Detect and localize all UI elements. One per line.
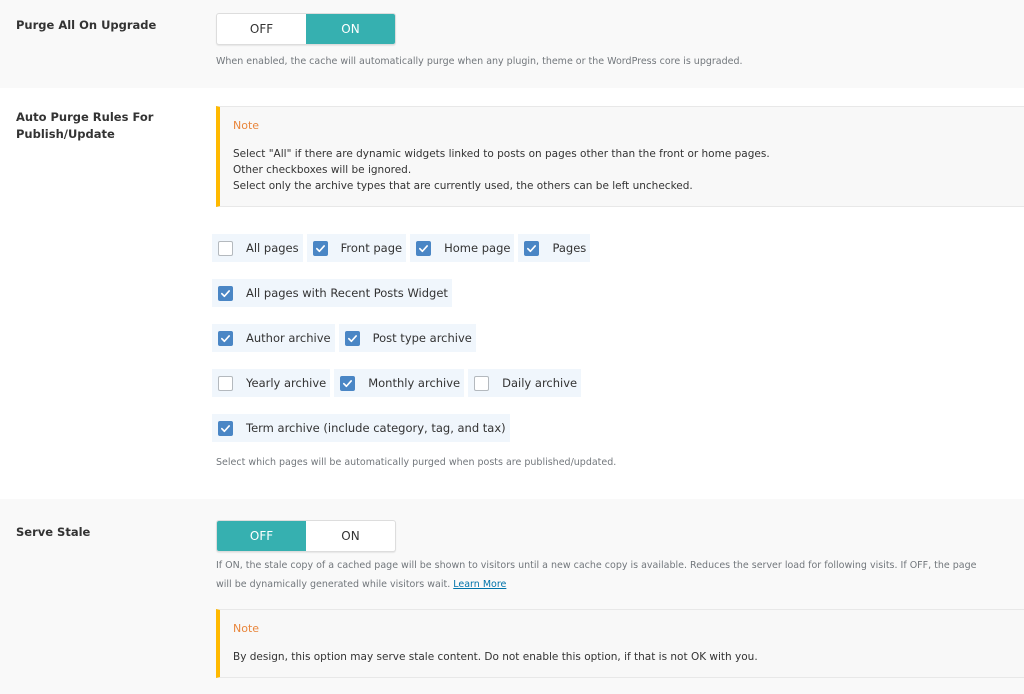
checkbox-row: Yearly archive Monthly archive Daily archi… [212, 369, 1024, 397]
checkmark-icon [343, 379, 353, 387]
purge-all-on-upgrade-label: Purge All On Upgrade [16, 18, 157, 32]
purge-rule-checkbox[interactable]: Term archive (include category, tag, and… [212, 414, 510, 442]
checkbox-checked-icon[interactable] [218, 420, 233, 436]
purge-rule-checkbox[interactable]: Yearly archive [212, 369, 331, 397]
note-title: Note [233, 119, 260, 132]
checkbox-label: Post type archive [372, 331, 472, 345]
checkbox-label: Front page [340, 241, 403, 255]
purge-rule-checkbox[interactable]: Front page [306, 234, 407, 262]
checkbox-checked-icon[interactable] [344, 330, 360, 346]
serve-stale-row: Serve Stale OFF ON If ON, the stale copy… [0, 499, 1024, 694]
purge-rule-checkbox[interactable]: Home page [410, 234, 515, 262]
toggle-on-option[interactable]: ON [306, 14, 395, 44]
auto-purge-checkboxes: All pages Front page Home page Pages All pag… [212, 234, 1024, 442]
purge-rule-checkbox[interactable]: Daily archive [468, 369, 582, 397]
purge-rule-checkbox[interactable]: Author archive [212, 324, 335, 352]
checkmark-icon [221, 334, 230, 342]
checkbox-label: Monthly archive [368, 376, 461, 390]
auto-purge-rules-label-line1: Auto Purge Rules For [16, 110, 154, 124]
serve-stale-label: Serve Stale [16, 525, 91, 539]
serve-stale-description-line1: If ON, the stale copy of a cached page w… [216, 560, 977, 571]
serve-stale-description: If ON, the stale copy of a cached page w… [216, 556, 1024, 594]
purge-rule-checkbox[interactable]: All pages with Recent Posts Widget [212, 279, 452, 307]
checkmark-icon [221, 289, 230, 297]
checkbox-label: Term archive (include category, tag, and… [246, 421, 506, 435]
note-title: Note [233, 622, 260, 635]
checkbox-label: Author archive [246, 331, 331, 345]
checkbox-row: All pages with Recent Posts Widget [212, 279, 1024, 307]
checkbox-label: All pages [246, 241, 299, 255]
toggle-off-option[interactable]: OFF [217, 521, 306, 551]
checkbox-checked-icon[interactable] [312, 240, 328, 256]
checkmark-icon [221, 424, 230, 432]
purge-rule-checkbox[interactable]: All pages [212, 234, 303, 262]
auto-purge-rules-label: Auto Purge Rules For Publish/Update [16, 109, 196, 143]
checkbox-checked-icon[interactable] [218, 330, 233, 346]
purge-all-on-upgrade-description: When enabled, the cache will automatical… [216, 56, 743, 67]
purge-all-on-upgrade-row: Purge All On Upgrade OFF ON When enabled… [0, 0, 1024, 88]
checkbox-checked-icon[interactable] [524, 240, 540, 256]
checkbox-label: All pages with Recent Posts Widget [246, 286, 448, 300]
checkmark-icon [315, 244, 325, 252]
note-line: Other checkboxes will be ignored. [233, 164, 412, 176]
checkbox-unchecked-icon[interactable] [474, 375, 490, 391]
purge-all-on-upgrade-toggle[interactable]: OFF ON [216, 13, 396, 45]
checkbox-label: Yearly archive [246, 376, 327, 390]
auto-purge-description: Select which pages will be automatically… [216, 457, 617, 468]
serve-stale-description-line2: will be dynamically generated while visi… [216, 579, 451, 590]
checkmark-icon [347, 334, 357, 342]
checkbox-label: Daily archive [502, 376, 578, 390]
checkbox-label: Pages [552, 241, 587, 255]
purge-rule-checkbox[interactable]: Post type archive [338, 324, 476, 352]
toggle-off-option[interactable]: OFF [217, 14, 306, 44]
checkbox-row: Author archive Post type archive [212, 324, 1024, 352]
toggle-on-option[interactable]: ON [306, 521, 395, 551]
checkmark-icon [527, 244, 537, 252]
purge-rule-checkbox[interactable]: Pages [518, 234, 591, 262]
learn-more-link[interactable]: Learn More [453, 579, 506, 590]
auto-purge-note: Note Select "All" if there are dynamic w… [216, 106, 1024, 207]
auto-purge-rules-row: Auto Purge Rules For Publish/Update Note… [0, 88, 1024, 499]
note-line: Select only the archive types that are c… [233, 180, 693, 192]
checkbox-checked-icon[interactable] [218, 285, 233, 301]
checkbox-label: Home page [444, 241, 511, 255]
checkbox-row: Term archive (include category, tag, and… [212, 414, 1024, 442]
note-line: By design, this option may serve stale c… [233, 651, 758, 663]
auto-purge-rules-label-line2: Publish/Update [16, 127, 115, 141]
checkbox-unchecked-icon[interactable] [218, 240, 233, 256]
checkmark-icon [419, 244, 429, 252]
serve-stale-toggle[interactable]: OFF ON [216, 520, 396, 552]
serve-stale-note: Note By design, this option may serve st… [216, 609, 1024, 678]
note-line: Select "All" if there are dynamic widget… [233, 148, 770, 160]
purge-rule-checkbox[interactable]: Monthly archive [334, 369, 465, 397]
checkbox-unchecked-icon[interactable] [218, 375, 233, 391]
checkbox-row: All pages Front page Home page Pages [212, 234, 1024, 262]
checkbox-checked-icon[interactable] [340, 375, 356, 391]
checkbox-checked-icon[interactable] [416, 240, 432, 256]
